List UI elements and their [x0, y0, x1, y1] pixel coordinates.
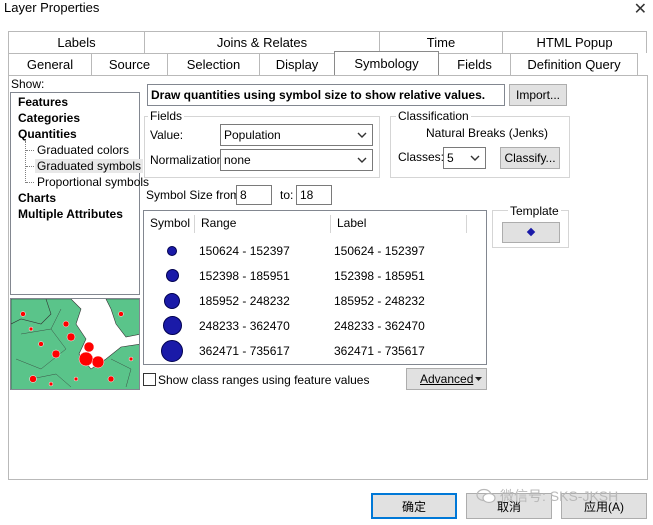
- normalization-label: Normalization:: [150, 153, 227, 167]
- tree-item-multiple-attributes[interactable]: Multiple Attributes: [18, 207, 123, 221]
- table-row[interactable]: 248233 - 362470 248233 - 362470: [144, 313, 486, 338]
- tree-item-proportional-symbols[interactable]: Proportional symbols: [37, 175, 149, 189]
- show-label: Show:: [11, 77, 45, 91]
- tab-row-2: General Source Selection Display Symbolo…: [8, 51, 638, 75]
- tab-display[interactable]: Display: [259, 53, 335, 75]
- tab-joins-relates[interactable]: Joins & Relates: [144, 31, 380, 53]
- chevron-down-icon: [357, 157, 367, 163]
- range-cell: 152398 - 185951: [199, 268, 290, 283]
- tree-item-quantities[interactable]: Quantities: [18, 127, 77, 141]
- graduated-symbol-icon[interactable]: [167, 245, 177, 256]
- graduated-symbol-icon[interactable]: [161, 339, 183, 362]
- column-header-range[interactable]: Range: [195, 211, 330, 235]
- tree-line: [25, 141, 26, 183]
- value-select[interactable]: Population: [220, 124, 373, 146]
- table-row[interactable]: 362471 - 735617 362471 - 735617: [144, 338, 486, 363]
- tab-general[interactable]: General: [8, 53, 92, 75]
- tree-item-categories[interactable]: Categories: [18, 111, 80, 125]
- tab-symbology[interactable]: Symbology: [334, 51, 439, 75]
- column-header-label[interactable]: Label: [331, 211, 466, 235]
- graduated-symbol-icon[interactable]: [165, 269, 179, 282]
- label-cell[interactable]: 152398 - 185951: [334, 263, 425, 288]
- normalization-select[interactable]: none: [220, 149, 373, 171]
- label-cell[interactable]: 150624 - 152397: [334, 238, 425, 263]
- symbol-size-to-label: to:: [280, 188, 294, 202]
- window-title: Layer Properties: [4, 0, 100, 15]
- template-symbol-icon: [526, 227, 536, 237]
- show-class-ranges-checkbox[interactable]: [143, 373, 156, 386]
- watermark: 微信号: SKS-JKSH: [476, 486, 618, 506]
- tree-item-graduated-colors[interactable]: Graduated colors: [37, 143, 129, 157]
- tree-item-graduated-symbols[interactable]: Graduated symbols: [35, 159, 144, 173]
- column-header-symbol[interactable]: Symbol: [144, 211, 194, 235]
- range-cell: 150624 - 152397: [199, 243, 290, 258]
- wechat-icon: [476, 488, 496, 504]
- column-separator: [466, 215, 467, 233]
- label-cell[interactable]: 362471 - 735617: [334, 338, 425, 363]
- class-table: Symbol Range Label 150624 - 152397 15062…: [143, 210, 487, 365]
- range-cell: 362471 - 735617: [199, 343, 290, 358]
- preview-map-image: [10, 298, 140, 390]
- tab-fields[interactable]: Fields: [438, 53, 511, 75]
- classes-selected: 5: [447, 151, 454, 165]
- ok-button[interactable]: 确定: [371, 493, 457, 519]
- tab-source[interactable]: Source: [91, 53, 168, 75]
- value-selected: Population: [224, 128, 281, 142]
- normalization-selected: none: [224, 153, 251, 167]
- show-class-ranges-label[interactable]: Show class ranges using feature values: [158, 373, 369, 387]
- graduated-symbol-icon[interactable]: [164, 292, 180, 309]
- tab-labels[interactable]: Labels: [8, 31, 145, 53]
- value-label: Value:: [150, 128, 184, 142]
- advanced-label: Advanced: [420, 372, 474, 386]
- watermark-text: 微信号: SKS-JKSH: [500, 488, 619, 504]
- chevron-down-icon: [470, 155, 480, 161]
- classify-button[interactable]: Classify...: [500, 147, 560, 169]
- tab-html-popup[interactable]: HTML Popup: [502, 31, 647, 53]
- label-cell[interactable]: 248233 - 362470: [334, 313, 425, 338]
- title-bar: Layer Properties ✕: [0, 0, 653, 22]
- advanced-button[interactable]: Advanced: [406, 368, 487, 390]
- symbol-size-to-input[interactable]: 18: [296, 185, 332, 205]
- chevron-down-icon: [357, 132, 367, 138]
- tree-item-features[interactable]: Features: [18, 95, 68, 109]
- close-icon[interactable]: ✕: [634, 0, 647, 19]
- template-symbol-button[interactable]: [502, 222, 560, 243]
- show-tree: Features Categories Quantities Graduated…: [10, 92, 149, 295]
- range-cell: 248233 - 362470: [199, 318, 290, 333]
- symbol-size-from-label: Symbol Size from:: [146, 188, 244, 202]
- tab-selection[interactable]: Selection: [167, 53, 260, 75]
- template-label: Template: [508, 204, 561, 218]
- range-cell: 185952 - 248232: [199, 293, 290, 308]
- label-cell[interactable]: 185952 - 248232: [334, 288, 425, 313]
- tree-line: [26, 150, 34, 151]
- tab-definition-query[interactable]: Definition Query: [510, 53, 638, 75]
- tab-row-1: Labels Joins & Relates Time HTML Popup: [8, 31, 647, 53]
- tree-line: [26, 182, 34, 183]
- graduated-symbol-icon[interactable]: [162, 316, 182, 335]
- table-row[interactable]: 185952 - 248232 185952 - 248232: [144, 288, 486, 313]
- fields-group-label: Fields: [148, 109, 185, 123]
- dropdown-arrow-icon: [475, 377, 482, 381]
- tree-item-charts[interactable]: Charts: [18, 191, 56, 205]
- table-row[interactable]: 152398 - 185951 152398 - 185951: [144, 263, 486, 288]
- import-button[interactable]: Import...: [509, 84, 567, 106]
- table-row[interactable]: 150624 - 152397 150624 - 152397: [144, 238, 486, 263]
- tab-time[interactable]: Time: [379, 31, 503, 53]
- classes-label: Classes:: [398, 150, 445, 164]
- symbol-size-from-input[interactable]: 8: [236, 185, 272, 205]
- classes-select[interactable]: 5: [443, 147, 486, 169]
- description-text: Draw quantities using symbol size to sho…: [147, 84, 505, 106]
- classification-method: Natural Breaks (Jenks): [426, 126, 549, 140]
- tree-line: [26, 166, 34, 167]
- classification-group-label: Classification: [396, 109, 471, 123]
